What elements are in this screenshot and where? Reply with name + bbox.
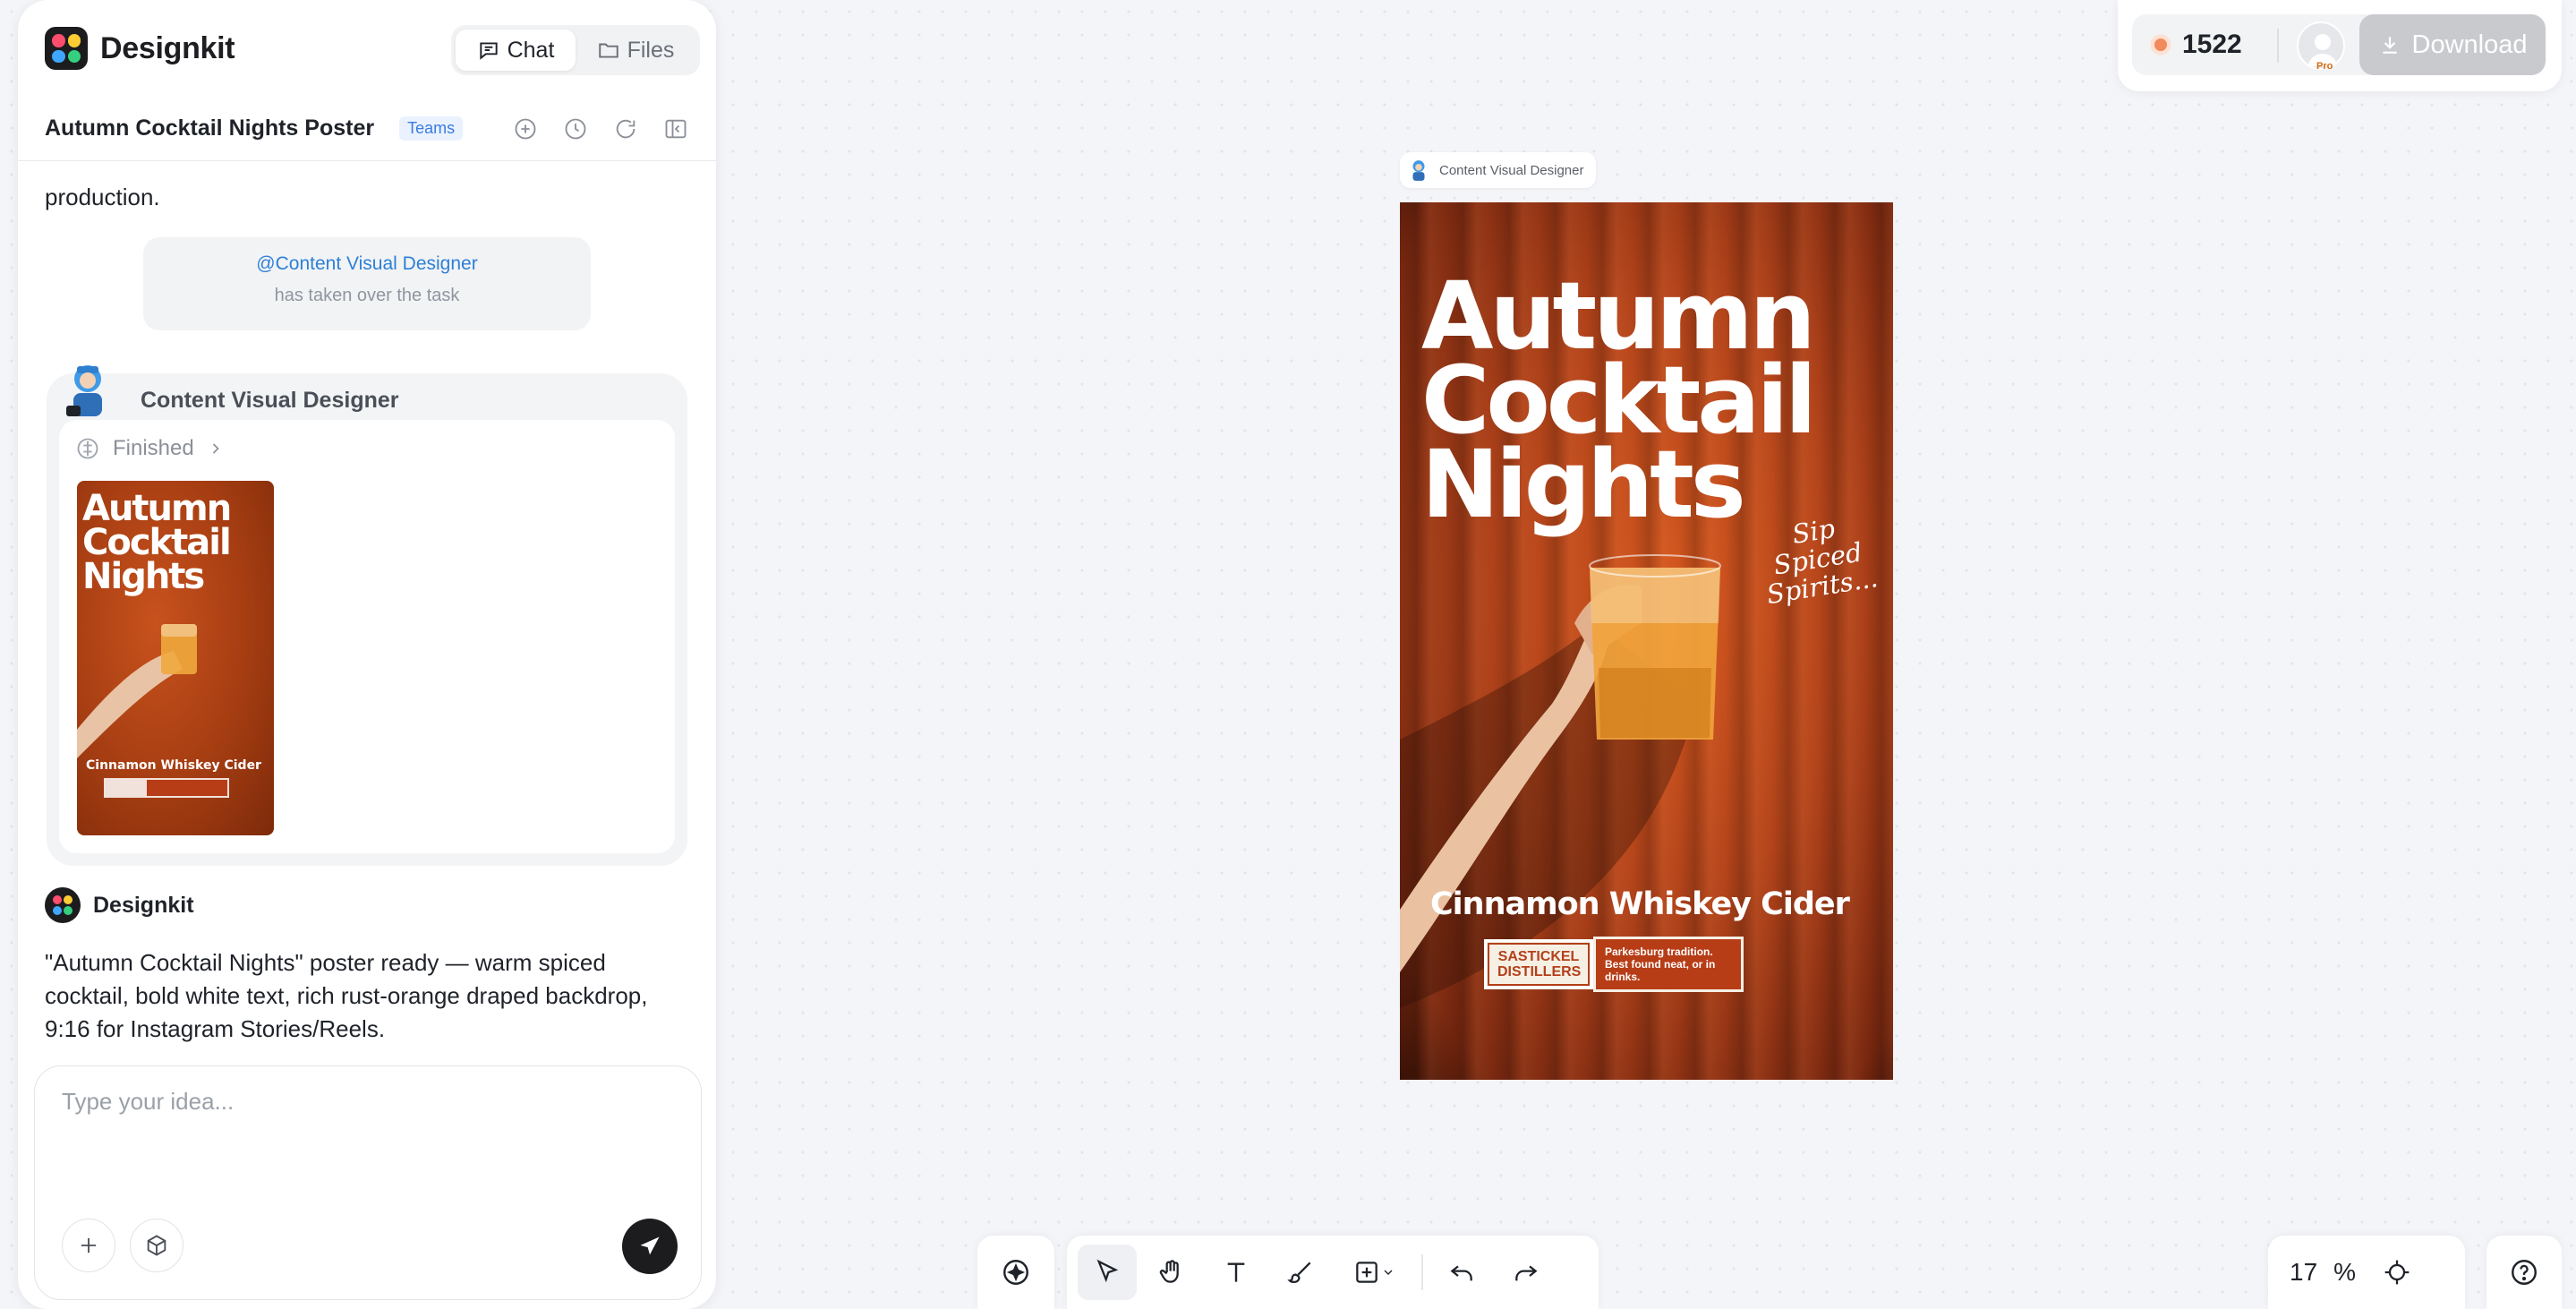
idea-input[interactable]	[62, 1088, 670, 1177]
project-titlebar: Autumn Cocktail Nights Poster Teams	[18, 97, 716, 161]
assistant-message: "Autumn Cocktail Nights" poster ready — …	[45, 949, 648, 1042]
chat-icon	[479, 42, 498, 60]
download-label: Download	[2411, 30, 2528, 59]
redo-icon	[1515, 1265, 1538, 1281]
undo-icon	[1450, 1265, 1472, 1281]
composer	[34, 1065, 702, 1300]
poster-title: Autumn Cocktail Nights	[1421, 270, 1887, 539]
status-label: Finished	[113, 436, 194, 460]
tab-files[interactable]: Files	[576, 30, 695, 71]
poster-subtitle: Cinnamon Whiskey Cider	[1430, 886, 1850, 922]
brush-icon	[1287, 1262, 1311, 1284]
assistant-header: Designkit	[45, 887, 194, 923]
teams-tag: Teams	[399, 116, 464, 141]
download-icon	[2382, 37, 2397, 54]
zoom-control: 17 %	[2268, 1236, 2465, 1309]
assets-button[interactable]	[130, 1219, 183, 1272]
handoff-agent[interactable]: @Content Visual Designer	[143, 253, 591, 275]
chat-thread[interactable]: production. @Content Visual Designer has…	[18, 162, 716, 1057]
plus-icon	[81, 1237, 97, 1253]
handoff-notice: @Content Visual Designer has taken over …	[143, 237, 591, 330]
text-tool[interactable]	[1207, 1245, 1266, 1300]
zoom-unit: %	[2333, 1258, 2357, 1286]
brand-line-1: SASTICKEL	[1497, 949, 1580, 964]
thumb-title-line-3: Nights	[82, 556, 203, 597]
agent-name: Content Visual Designer	[141, 388, 399, 413]
ai-spark-icon	[1003, 1260, 1028, 1285]
text-tool-icon	[1227, 1262, 1245, 1282]
send-button[interactable]	[622, 1219, 678, 1274]
select-pointer-icon	[1096, 1259, 1119, 1283]
tab-chat-label: Chat	[507, 37, 555, 63]
brand-note: Parkesburg tradition. Best found neat, o…	[1593, 937, 1744, 992]
brand-line-2: DISTILLERS	[1497, 964, 1582, 980]
add-icon[interactable]	[512, 116, 539, 142]
cube-icon	[147, 1235, 166, 1256]
brush-tool[interactable]	[1271, 1245, 1330, 1300]
select-tool[interactable]	[1078, 1245, 1137, 1300]
fit-view-icon[interactable]	[2383, 1258, 2411, 1287]
poster-thumbnail[interactable]: Autumn Cocktail Nights Cinnamon Whiskey …	[77, 481, 274, 835]
history-icon[interactable]	[562, 116, 589, 142]
redo-button[interactable]	[1497, 1245, 1556, 1300]
send-icon	[640, 1236, 660, 1255]
attach-button[interactable]	[62, 1219, 115, 1272]
panel-tab-switch: Chat Files	[451, 25, 700, 75]
status-row[interactable]: Finished	[75, 436, 225, 461]
project-actions	[512, 116, 689, 142]
canvas-toolbar	[1067, 1236, 1599, 1309]
handoff-text: has taken over the task	[274, 286, 460, 305]
refresh-icon[interactable]	[612, 116, 639, 142]
result-box: Finished Autumn Cocktail Nights Cinnamon	[59, 420, 675, 853]
ai-assist-button[interactable]	[977, 1236, 1054, 1309]
agent-result-card: Content Visual Designer Finished Autumn …	[47, 365, 687, 866]
tab-files-label: Files	[627, 37, 675, 63]
tab-chat[interactable]: Chat	[456, 30, 576, 71]
credits-coin-icon	[2150, 34, 2171, 56]
brand: Designkit	[45, 27, 235, 70]
brand-name-box: SASTICKEL DISTILLERS	[1484, 939, 1593, 989]
help-button[interactable]	[2486, 1236, 2562, 1309]
poster-frame[interactable]: Autumn Cocktail Nights Sip Spiced Spirit…	[1400, 202, 1893, 1080]
chat-panel: Designkit Chat Files Autumn Cocktail Nig…	[18, 0, 716, 1309]
folder-icon	[598, 43, 618, 58]
collapse-panel-icon[interactable]	[662, 116, 689, 142]
thumb-subtitle: Cinnamon Whiskey Cider	[86, 758, 261, 773]
credits-count: 1522	[2182, 30, 2242, 59]
chevron-right-icon	[212, 443, 219, 454]
status-icon	[77, 438, 98, 459]
help-icon	[2512, 1260, 2537, 1285]
pro-badge: Pro	[2316, 61, 2333, 72]
chevron-down-icon	[1384, 1270, 1393, 1275]
credits-pill[interactable]: 1522 Pro	[2132, 14, 2392, 75]
account-bar: 1522 Pro Download	[2118, 0, 2562, 91]
credits-separator	[2277, 29, 2279, 63]
toolbar-divider	[1421, 1254, 1423, 1290]
project-title: Autumn Cocktail Nights Poster	[45, 116, 375, 141]
poster-brand-label: SASTICKEL DISTILLERS Parkesburg traditio…	[1484, 937, 1744, 992]
hand-pan-icon	[1159, 1260, 1179, 1283]
download-button[interactable]: Download	[2359, 14, 2546, 75]
poster-title-line-3: Nights	[1421, 430, 1746, 539]
undo-button[interactable]	[1432, 1245, 1491, 1300]
brand-name: Designkit	[100, 30, 235, 65]
previous-message-tail: production.	[45, 184, 160, 210]
agent-avatar	[66, 365, 102, 416]
assistant-name: Designkit	[93, 892, 194, 918]
insert-frame-icon	[1356, 1262, 1378, 1283]
frame-label-text: Content Visual Designer	[1439, 162, 1584, 178]
frame-label[interactable]: Content Visual Designer	[1400, 152, 1597, 188]
designkit-logo	[45, 27, 88, 70]
agent-mini-avatar	[1412, 160, 1425, 181]
pan-tool[interactable]	[1142, 1245, 1201, 1300]
insert-tool[interactable]	[1335, 1245, 1412, 1300]
assistant-avatar	[45, 887, 81, 923]
zoom-value[interactable]: 17	[2290, 1258, 2317, 1287]
